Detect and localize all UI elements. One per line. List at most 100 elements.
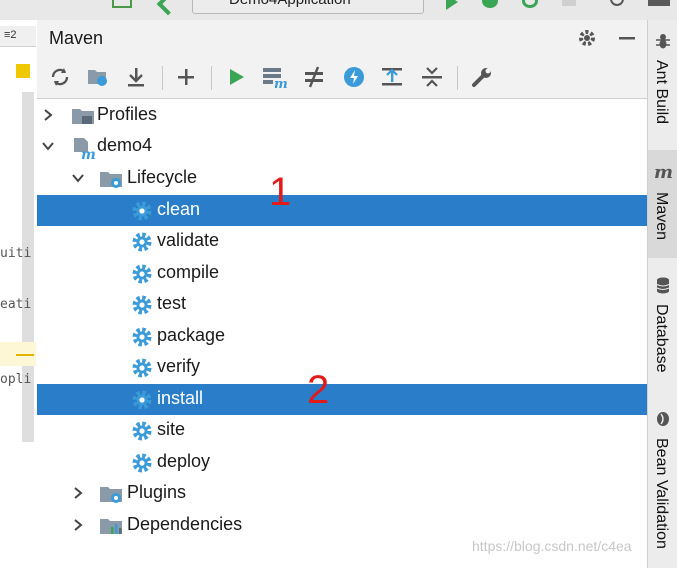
code-line: uiti bbox=[0, 246, 32, 261]
tree-label: compile bbox=[157, 262, 220, 282]
debug-icon[interactable] bbox=[482, 0, 498, 8]
tree-item-phase-install[interactable]: install bbox=[37, 384, 647, 415]
tree-item-phase-deploy[interactable]: deploy bbox=[37, 447, 647, 478]
folder-icon bbox=[71, 105, 94, 127]
ant-icon bbox=[654, 32, 672, 50]
collapse-all-icon[interactable] bbox=[419, 65, 445, 89]
sidebar-tab-maven[interactable]: m Maven bbox=[648, 150, 677, 258]
tool-window-bar: Ant Build m Maven Database Bean Validati… bbox=[647, 20, 677, 568]
stop-icon[interactable] bbox=[562, 0, 576, 6]
annotation-2: 2 bbox=[307, 368, 330, 412]
chevron-down-icon[interactable] bbox=[41, 139, 55, 153]
sidebar-tab-label: Bean Validation bbox=[653, 438, 670, 549]
bean-validation-icon bbox=[654, 410, 672, 428]
toolbar-separator bbox=[162, 66, 163, 90]
coverage-icon[interactable] bbox=[522, 0, 538, 8]
generate-sources-icon[interactable] bbox=[85, 65, 111, 89]
sidebar-tab-label: Maven bbox=[653, 192, 670, 241]
tree-item-phase-site[interactable]: site bbox=[37, 415, 647, 446]
maven-tool-window: Maven m Profiles m demo4 Lifecycle clean… bbox=[37, 20, 647, 568]
toolbar-separator bbox=[457, 66, 458, 90]
tree-label: install bbox=[157, 388, 204, 408]
chevron-right-icon[interactable] bbox=[71, 518, 85, 532]
tree-item-lifecycle[interactable]: Lifecycle bbox=[37, 163, 647, 194]
plugins-folder-icon bbox=[99, 483, 122, 505]
run-icon[interactable] bbox=[223, 65, 249, 89]
search-everywhere-icon[interactable] bbox=[610, 0, 624, 6]
run-configuration-select[interactable]: Demo4Application bbox=[192, 0, 424, 14]
toolbar-separator bbox=[211, 66, 212, 90]
minimize-icon[interactable] bbox=[617, 28, 637, 48]
maven-icon: m bbox=[654, 162, 673, 183]
gear-icon bbox=[131, 263, 153, 285]
gear-icon bbox=[131, 389, 153, 411]
gear-icon bbox=[131, 294, 153, 316]
svg-text:m: m bbox=[654, 162, 673, 182]
reload-icon[interactable] bbox=[47, 65, 73, 89]
lifecycle-folder-icon bbox=[99, 168, 122, 190]
editor-gutter bbox=[22, 92, 34, 442]
sidebar-tab-label: Ant Build bbox=[653, 60, 670, 125]
tree-item-phase-validate[interactable]: validate bbox=[37, 226, 647, 257]
tree-item-phase-verify[interactable]: verify bbox=[37, 352, 647, 383]
svg-text:m: m bbox=[274, 77, 287, 89]
editor-tab-label: ≡2 bbox=[4, 29, 17, 41]
tree-item-plugins[interactable]: Plugins bbox=[37, 478, 647, 509]
svg-text:m: m bbox=[81, 147, 95, 160]
sidebar-tab-bean-validation[interactable]: Bean Validation bbox=[648, 400, 677, 568]
watermark: https://blog.csdn.net/c4ea bbox=[472, 538, 632, 554]
tree-item-project[interactable]: m demo4 bbox=[37, 131, 647, 163]
sidebar-tab-ant-build[interactable]: Ant Build bbox=[648, 20, 677, 148]
maven-toolbar: m bbox=[37, 56, 647, 99]
code-line: opli bbox=[0, 372, 32, 387]
tree-item-dependencies[interactable]: Dependencies bbox=[37, 510, 647, 541]
tree-label: site bbox=[157, 419, 186, 439]
gear-icon[interactable] bbox=[577, 28, 597, 48]
dependencies-folder-icon bbox=[99, 515, 122, 537]
tree-label: Profiles bbox=[97, 104, 158, 124]
back-arrow-icon[interactable] bbox=[156, 0, 180, 16]
tree-label: verify bbox=[157, 356, 201, 376]
tree-item-profiles[interactable]: Profiles bbox=[37, 100, 647, 131]
gear-icon bbox=[131, 420, 153, 442]
database-icon bbox=[654, 276, 672, 294]
code-line: eati bbox=[0, 297, 32, 312]
main-toolbar: Demo4Application bbox=[0, 0, 677, 20]
annotation-1: 1 bbox=[269, 170, 292, 214]
caret-marker bbox=[16, 354, 34, 356]
tree-label: clean bbox=[157, 199, 201, 219]
sidebar-tab-database[interactable]: Database bbox=[648, 262, 677, 392]
tree-label: deploy bbox=[157, 451, 211, 471]
gear-icon bbox=[131, 357, 153, 379]
gear-icon bbox=[131, 231, 153, 253]
skip-tests-icon[interactable] bbox=[341, 65, 367, 89]
chevron-right-icon[interactable] bbox=[71, 486, 85, 500]
tree-label: package bbox=[157, 325, 226, 345]
run-icon[interactable] bbox=[446, 0, 458, 10]
tree-label: Dependencies bbox=[127, 514, 243, 534]
gear-icon bbox=[131, 326, 153, 348]
download-icon[interactable] bbox=[123, 65, 149, 89]
show-dependencies-icon[interactable] bbox=[379, 65, 405, 89]
sidebar-tab-label: Database bbox=[653, 304, 670, 373]
toggle-offline-icon[interactable] bbox=[301, 65, 327, 89]
wrench-icon[interactable] bbox=[469, 65, 495, 89]
user-icon[interactable] bbox=[648, 0, 670, 6]
tree-item-phase-compile[interactable]: compile bbox=[37, 258, 647, 289]
tree-item-phase-package[interactable]: package bbox=[37, 321, 647, 352]
tree-label: Plugins bbox=[127, 482, 187, 502]
add-icon[interactable] bbox=[173, 65, 199, 89]
tree-label: validate bbox=[157, 230, 220, 250]
build-icon[interactable] bbox=[112, 0, 132, 8]
editor-fragment: ≡2 uiti eati opli bbox=[0, 20, 38, 568]
tree-item-phase-test[interactable]: test bbox=[37, 289, 647, 320]
chevron-down-icon[interactable] bbox=[71, 171, 85, 185]
editor-tab-fragment[interactable]: ≡2 bbox=[0, 26, 36, 47]
bookmark-marker bbox=[16, 64, 30, 78]
run-configuration-label: Demo4Application bbox=[229, 0, 351, 8]
panel-title: Maven bbox=[49, 28, 104, 48]
chevron-right-icon[interactable] bbox=[41, 108, 55, 122]
tree-item-phase-clean[interactable]: clean bbox=[37, 195, 647, 226]
gear-icon bbox=[131, 200, 153, 222]
execute-goal-icon[interactable]: m bbox=[261, 65, 287, 89]
